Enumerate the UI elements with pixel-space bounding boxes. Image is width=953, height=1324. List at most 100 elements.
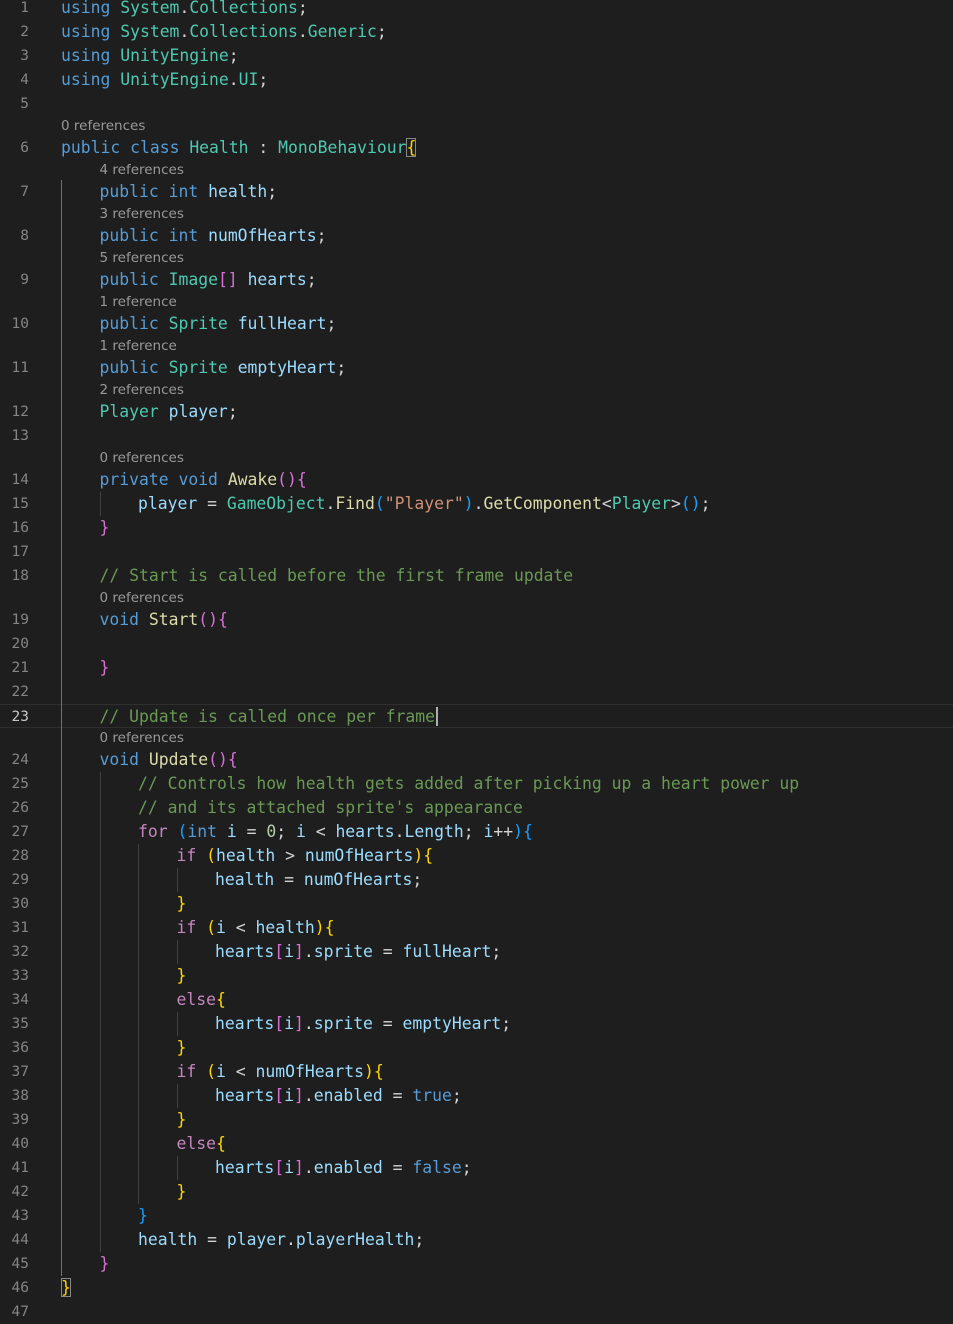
code-line[interactable]: 47 <box>0 1300 953 1324</box>
code-editor[interactable]: 1 using System.Collections; 2 using System.… <box>0 0 953 1320</box>
code-token: "Player" <box>384 494 464 513</box>
code-token: } <box>176 894 187 913</box>
code-line[interactable]: 22 <box>0 680 953 704</box>
code-line[interactable]: 37 if (i < numOfHearts){ <box>0 1060 953 1084</box>
code-line[interactable]: 38 hearts[i].enabled = true; <box>0 1084 953 1108</box>
code-line[interactable]: 7 public int health; <box>0 180 953 204</box>
code-line[interactable]: 1 using System.Collections; <box>0 0 953 20</box>
code-line[interactable]: 24 void Update(){ <box>0 748 953 772</box>
code-text: else{ <box>177 988 226 1012</box>
codelens-references-link[interactable]: 4 references <box>100 160 184 180</box>
code-line[interactable]: 16} <box>0 516 953 540</box>
code-line[interactable]: 29 health = numOfHearts; <box>0 868 953 892</box>
code-line[interactable]: 34 else{ <box>0 988 953 1012</box>
code-line[interactable]: 25 // Controls how health gets added afte… <box>0 772 953 796</box>
code-line[interactable]: 2 using System.Collections.Generic; <box>0 20 953 44</box>
indent-guide <box>176 868 178 892</box>
code-line[interactable]: 5 <box>0 92 953 116</box>
code-token: player <box>138 494 198 513</box>
code-line[interactable]: 31 if (i < health){ <box>0 916 953 940</box>
line-number: 11 <box>11 360 29 376</box>
code-line[interactable]: 20 <box>0 632 953 656</box>
code-token: ; <box>501 1014 512 1033</box>
code-text: private void Awake(){ <box>100 468 307 492</box>
code-line[interactable]: 36} <box>0 1036 953 1060</box>
code-token: Awake <box>227 470 278 489</box>
line-number: 42 <box>11 1184 29 1200</box>
code-token: ; <box>461 1158 472 1177</box>
code-line[interactable]: 11 public Sprite emptyHeart; <box>0 356 953 380</box>
code-token: [ <box>274 1158 285 1177</box>
code-token: health <box>216 846 276 865</box>
code-text: if (health > numOfHearts){ <box>177 844 434 868</box>
codelens-references-link[interactable]: 3 references <box>100 204 184 224</box>
code-token: public <box>99 358 159 377</box>
code-line[interactable]: 19 void Start(){ <box>0 608 953 632</box>
line-number: 31 <box>11 920 29 936</box>
codelens-references-link[interactable]: 0 references <box>100 728 184 748</box>
code-line[interactable]: 27 for (int i = 0; i < hearts.Length; i++… <box>0 820 953 844</box>
code-text: // Controls how health gets added after … <box>138 772 799 796</box>
codelens-references-link[interactable]: 2 references <box>100 380 184 400</box>
code-line[interactable]: 44 health = player.playerHealth; <box>0 1228 953 1252</box>
code-line[interactable]: 15 player = GameObject.Find("Player").Get… <box>0 492 953 516</box>
code-line[interactable]: 17 <box>0 540 953 564</box>
code-token: i <box>295 822 306 841</box>
code-token: . <box>325 494 336 513</box>
code-token: . <box>394 822 405 841</box>
code-line[interactable]: 28 if (health > numOfHearts){ <box>0 844 953 868</box>
code-token: . <box>297 22 308 41</box>
code-line[interactable]: 10 public Sprite fullHeart; <box>0 312 953 336</box>
code-line[interactable]: 9 public Image[] hearts; <box>0 268 953 292</box>
code-line[interactable]: 46} <box>0 1276 953 1300</box>
code-line[interactable]: 41 hearts[i].enabled = false; <box>0 1156 953 1180</box>
code-line[interactable]: 8 public int numOfHearts; <box>0 224 953 248</box>
code-line[interactable]: 39} <box>0 1108 953 1132</box>
codelens-references-link[interactable]: 0 references <box>100 588 184 608</box>
code-token: } <box>176 1110 187 1129</box>
code-line[interactable]: 45} <box>0 1252 953 1276</box>
line-number: 43 <box>11 1208 29 1224</box>
codelens-references-link[interactable]: 0 references <box>100 448 184 468</box>
code-line[interactable]: 4 using UnityEngine.UI; <box>0 68 953 92</box>
indent-guide <box>176 1012 178 1036</box>
code-line[interactable]: 13 <box>0 424 953 448</box>
code-line[interactable]: 21} <box>0 656 953 680</box>
code-token: ( <box>177 822 188 841</box>
code-token: . <box>179 22 190 41</box>
code-line[interactable]: 3 using UnityEngine; <box>0 44 953 68</box>
codelens-references-link[interactable]: 1 reference <box>100 292 177 312</box>
code-line[interactable]: 6 public class Health : MonoBehaviour{ <box>0 136 953 160</box>
code-token: ; <box>326 314 337 333</box>
code-token: = <box>382 1158 413 1177</box>
code-line[interactable]: 23 // Update is called once per frame <box>0 704 953 728</box>
code-line[interactable]: 33} <box>0 964 953 988</box>
codelens-references-link[interactable]: 5 references <box>100 248 184 268</box>
code-token: Sprite <box>168 358 228 377</box>
code-line[interactable]: 42} <box>0 1180 953 1204</box>
line-number: 38 <box>11 1088 29 1104</box>
code-line[interactable]: 26 // and its attached sprite's appearanc… <box>0 796 953 820</box>
code-line[interactable]: 32 hearts[i].sprite = fullHeart; <box>0 940 953 964</box>
code-token: health <box>208 182 268 201</box>
line-number: 33 <box>11 968 29 984</box>
codelens-references-link[interactable]: 0 references <box>61 116 145 136</box>
line-number: 14 <box>11 472 29 488</box>
code-line[interactable]: 43} <box>0 1204 953 1228</box>
code-token: } <box>138 1206 148 1225</box>
code-token: ; <box>451 1086 462 1105</box>
code-text: player = GameObject.Find("Player").GetCo… <box>138 492 710 516</box>
code-token: using <box>61 46 111 65</box>
code-line[interactable]: 18 // Start is called before the first fr… <box>0 564 953 588</box>
code-line[interactable]: 14 private void Awake(){ <box>0 468 953 492</box>
code-line[interactable]: 30} <box>0 892 953 916</box>
code-token: . <box>303 942 314 961</box>
indent-guide <box>176 940 178 964</box>
line-number: 7 <box>20 184 29 200</box>
code-line[interactable]: 35 hearts[i].sprite = emptyHeart; <box>0 1012 953 1036</box>
code-line[interactable]: 12 Player player; <box>0 400 953 424</box>
codelens-references-link[interactable]: 1 reference <box>100 336 177 356</box>
code-line[interactable]: 40 else{ <box>0 1132 953 1156</box>
